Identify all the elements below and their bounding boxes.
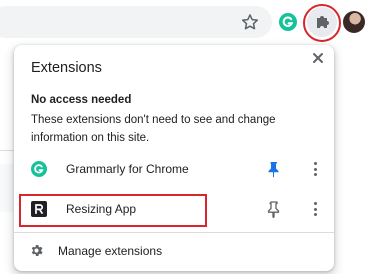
avatar[interactable] (343, 11, 365, 33)
resizing-app-highlight (19, 194, 207, 227)
page-panel (0, 164, 14, 212)
more-options-button[interactable] (307, 160, 323, 178)
browser-toolbar (0, 0, 366, 44)
gear-icon (29, 243, 44, 258)
section-heading: No access needed (31, 94, 132, 106)
manage-extensions-button[interactable]: Manage extensions (14, 234, 334, 268)
section-description: These extensions don't need to see and c… (31, 114, 276, 144)
more-icon (313, 202, 317, 205)
pin-button[interactable] (266, 160, 282, 178)
star-icon[interactable] (240, 12, 260, 32)
popup-title: Extensions (31, 60, 102, 76)
address-bar[interactable] (0, 6, 272, 38)
divider (14, 232, 334, 233)
more-icon (313, 162, 317, 165)
page-divider (0, 150, 14, 151)
grammarly-icon[interactable] (279, 13, 297, 31)
extensions-button-highlight (303, 4, 341, 42)
grammarly-icon (31, 161, 47, 177)
extension-name: Grammarly for Chrome (66, 162, 189, 176)
more-options-button[interactable] (307, 200, 323, 218)
extensions-popup: Extensions No access needed These extens… (14, 45, 334, 271)
close-icon (313, 53, 323, 63)
pin-button[interactable] (266, 200, 282, 219)
pin-outline-icon (267, 201, 280, 219)
close-button[interactable] (308, 48, 328, 68)
extension-row-grammarly[interactable]: Grammarly for Chrome (14, 152, 334, 186)
pin-icon (268, 162, 279, 178)
manage-extensions-label: Manage extensions (58, 244, 163, 258)
